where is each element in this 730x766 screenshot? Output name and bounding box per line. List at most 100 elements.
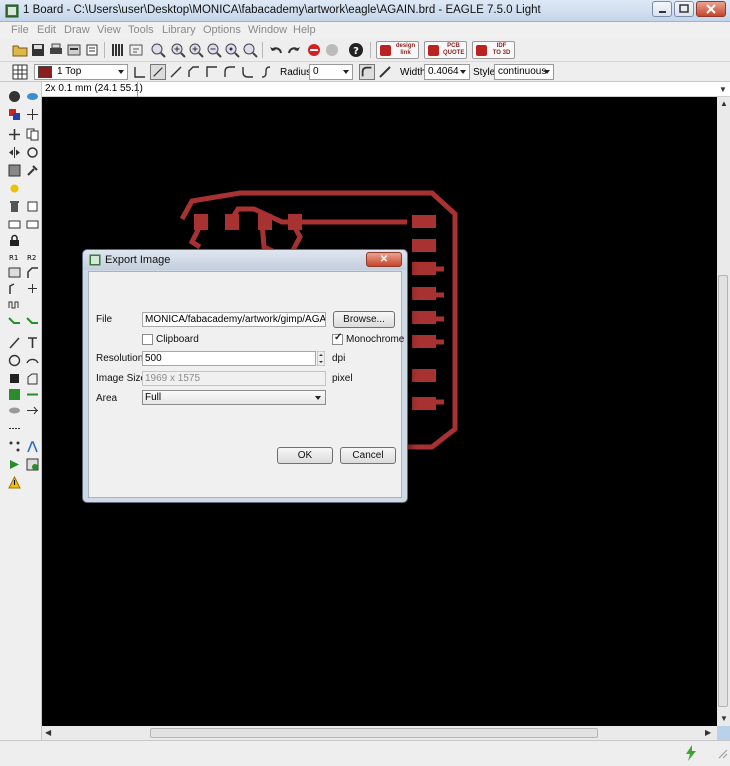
zoom-in-2-icon[interactable] [188,42,204,58]
copy-icon[interactable] [26,128,39,141]
wire-bend-0-icon[interactable] [132,64,148,80]
style-select[interactable]: continuous [494,64,554,80]
file-path-input[interactable]: MONICA/fabacademy/artwork/gimp/AGAIN2.pn… [142,312,326,327]
info-icon[interactable] [8,90,21,103]
circle-icon[interactable] [8,354,21,367]
zoom-out-icon[interactable] [206,42,222,58]
add-icon[interactable] [26,200,39,213]
cancel-button[interactable]: Cancel [340,447,396,464]
scroll-left-icon[interactable]: ◀ [45,728,51,737]
scroll-down-icon[interactable]: ▼ [720,714,728,723]
lightning-icon[interactable] [684,745,698,761]
redo-icon[interactable] [286,42,302,58]
area-select[interactable]: Full [142,390,326,405]
radius-select[interactable]: 0 [309,64,353,80]
erc-icon[interactable] [8,458,21,471]
grid-icon[interactable] [12,64,28,80]
ripup-icon[interactable] [26,316,39,329]
horizontal-scrollbar[interactable]: ◀ ▶ [42,726,717,740]
browse-button[interactable]: Browse... [333,311,395,328]
paste-icon[interactable] [8,182,21,195]
optimize-icon[interactable] [8,266,21,279]
dimension-icon[interactable] [8,422,21,435]
lock-icon[interactable] [8,234,21,247]
wire-bend-4-icon[interactable] [204,64,220,80]
mark-icon[interactable] [26,108,39,121]
design-link-button[interactable]: design link [376,41,419,59]
hole-icon[interactable] [8,404,21,417]
rotate-icon[interactable] [26,146,39,159]
menu-options[interactable]: Options [203,24,241,36]
scroll-right-icon[interactable]: ▶ [705,728,711,737]
delete-icon[interactable] [8,200,21,213]
route-icon[interactable] [8,316,21,329]
run-script-icon[interactable] [128,42,144,58]
change-icon[interactable] [26,164,39,177]
horizontal-scroll-thumb[interactable] [150,728,598,738]
layer-settings-icon[interactable] [110,42,126,58]
cross-icon[interactable] [26,282,39,295]
dialog-close-button[interactable]: ✕ [366,252,402,267]
go-icon[interactable] [324,42,340,58]
miter-round-icon[interactable] [359,64,375,80]
show-icon[interactable] [26,90,39,103]
maximize-button[interactable] [674,1,694,17]
ok-button[interactable]: OK [277,447,333,464]
name-icon[interactable] [8,218,21,231]
attribute-icon[interactable] [26,404,39,417]
errors-icon[interactable] [8,476,21,489]
group-icon[interactable] [8,164,21,177]
move-icon[interactable] [8,128,21,141]
menu-help[interactable]: Help [293,24,316,36]
text-icon[interactable] [26,336,39,349]
miter-icon[interactable] [26,266,39,279]
minimize-button[interactable] [652,1,672,17]
save-icon[interactable] [30,42,46,58]
zoom-fit-icon[interactable] [150,42,166,58]
mirror-icon[interactable] [8,146,21,159]
menu-draw[interactable]: Draw [64,24,90,36]
pcb-quote-button[interactable]: PCB QUOTE [424,41,467,59]
stop-icon[interactable] [306,42,322,58]
idf-to-3d-button[interactable]: IDF TO 3D [472,41,515,59]
dialog-title-bar[interactable]: Export Image ✕ [83,250,407,270]
vertical-scroll-thumb[interactable] [718,275,728,707]
wire-bend-5-icon[interactable] [222,64,238,80]
resolution-input[interactable]: 500 [142,351,316,366]
wire-bend-7-icon[interactable] [258,64,274,80]
switch-schematic-icon[interactable] [84,42,100,58]
wire-bend-2-icon[interactable] [168,64,184,80]
width-select[interactable]: 0.4064 [424,64,470,80]
meander-icon[interactable] [8,298,21,311]
via-icon[interactable] [8,388,21,401]
menu-tools[interactable]: Tools [128,24,154,36]
drc-icon[interactable] [26,458,39,471]
undo-icon[interactable] [268,42,284,58]
vertical-scrollbar[interactable]: ▲ ▼ [717,97,730,726]
zoom-in-icon[interactable] [170,42,186,58]
open-icon[interactable] [12,42,28,58]
chevron-down-icon[interactable]: ▼ [719,85,727,94]
wire-icon[interactable] [8,336,21,349]
menu-edit[interactable]: Edit [37,24,56,36]
close-window-button[interactable] [696,1,726,17]
wire-bend-1-icon[interactable] [150,64,166,80]
scroll-up-icon[interactable]: ▲ [720,99,728,108]
split-icon[interactable]: R2 [26,250,39,263]
command-line-input[interactable] [139,82,714,96]
zoom-select-icon[interactable] [242,42,258,58]
value-icon[interactable] [26,218,39,231]
rect-icon[interactable] [8,372,21,385]
display-icon[interactable] [8,108,21,121]
resolution-spinner[interactable] [317,351,325,366]
wire-bend-3-icon[interactable] [186,64,202,80]
print-icon[interactable] [48,42,64,58]
layer-select[interactable]: 1 Top [34,64,128,80]
resize-grip-icon[interactable] [716,747,728,759]
clipboard-checkbox[interactable] [142,334,153,345]
menu-view[interactable]: View [97,24,121,36]
split-wire-icon[interactable] [8,282,21,295]
arc-icon[interactable] [26,354,39,367]
polygon-icon[interactable] [26,372,39,385]
ratsnest-icon[interactable] [8,440,21,453]
